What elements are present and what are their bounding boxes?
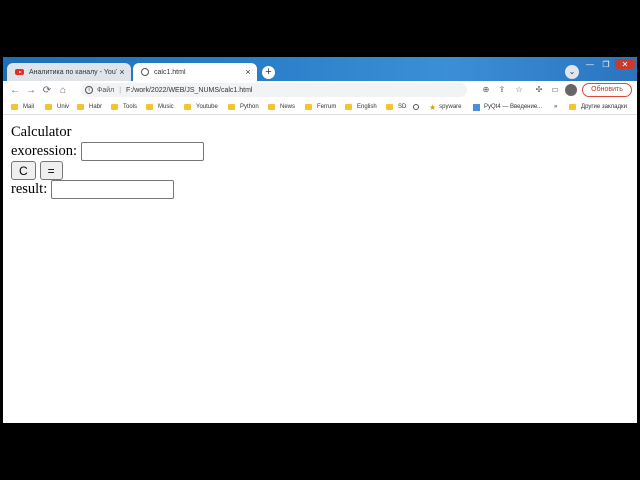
expression-row: exoression: bbox=[11, 142, 205, 161]
bookmark-folder[interactable]: Python bbox=[228, 102, 259, 112]
back-button[interactable]: ← bbox=[7, 85, 23, 96]
folder-icon bbox=[569, 104, 576, 110]
bookmark-pyqt[interactable]: PyQt4 — Введение... bbox=[473, 102, 542, 112]
bookmark-folder[interactable]: Ferrum bbox=[305, 102, 336, 112]
result-input[interactable] bbox=[51, 180, 175, 199]
update-button[interactable]: Обновить bbox=[582, 83, 632, 97]
bookmark-label: Mail bbox=[23, 104, 35, 110]
profile-avatar[interactable] bbox=[565, 84, 577, 96]
bookmark-folder[interactable]: Univ bbox=[45, 102, 69, 112]
bookmark-label: English bbox=[357, 104, 377, 110]
new-tab-button[interactable]: + bbox=[262, 66, 275, 79]
browser-toolbar: ← → ⟳ ⌂ i Файл | F:/work/2022/WEB/JS_NUM… bbox=[3, 81, 637, 99]
bookmark-folder[interactable]: Habr bbox=[77, 102, 102, 112]
tab-youtube-analytics[interactable]: Аналитика по каналу - YouTube × bbox=[7, 63, 131, 81]
bookmark-label: Habr bbox=[89, 104, 103, 110]
bookmark-label: spyware bbox=[439, 104, 462, 110]
globe-icon bbox=[141, 68, 149, 76]
share-icon[interactable]: ⇪ bbox=[495, 83, 509, 97]
bookmark-label: Tools bbox=[123, 104, 138, 110]
bookmark-globe[interactable] bbox=[413, 102, 419, 112]
tab-title: calc1.html bbox=[154, 68, 186, 76]
forward-button[interactable]: → bbox=[23, 85, 39, 96]
bookmark-spyware[interactable]: ★ spyware bbox=[429, 102, 462, 112]
address-url[interactable]: F:/work/2022/WEB/JS_NUMS/calc1.html bbox=[126, 87, 252, 94]
tab-search-button[interactable]: ⌄ bbox=[565, 65, 579, 79]
folder-icon bbox=[305, 104, 312, 110]
page-title: Calculator bbox=[11, 124, 72, 140]
globe-icon bbox=[413, 104, 419, 110]
folder-icon bbox=[146, 104, 153, 110]
bookmark-folder[interactable]: SD bbox=[386, 102, 406, 112]
bookmark-folder[interactable]: Tools bbox=[111, 102, 137, 112]
star-icon: ★ bbox=[429, 102, 437, 112]
expression-input[interactable] bbox=[81, 142, 205, 161]
folder-icon bbox=[184, 104, 191, 110]
result-row: result: bbox=[11, 180, 175, 199]
page-content: Calculator exoression: C = result: bbox=[3, 115, 637, 423]
button-row: C = bbox=[11, 161, 67, 180]
bookmark-label: Youtube bbox=[196, 104, 218, 110]
folder-icon bbox=[45, 104, 52, 110]
bookmark-label: Music bbox=[158, 104, 174, 110]
bookmark-label: Ferrum bbox=[317, 104, 337, 110]
bookmark-label: PyQt4 — Введение... bbox=[484, 104, 543, 110]
other-bookmarks-folder[interactable]: Другие закладки bbox=[569, 102, 627, 112]
side-panel-icon[interactable]: ▭ bbox=[548, 83, 562, 97]
bookmark-label: Другие закладки bbox=[581, 104, 627, 110]
zoom-icon[interactable]: ⊕ bbox=[479, 83, 493, 97]
folder-icon bbox=[345, 104, 352, 110]
reload-button[interactable]: ⟳ bbox=[39, 85, 55, 96]
result-label: result: bbox=[11, 181, 48, 197]
tab-calc1[interactable]: calc1.html × bbox=[133, 63, 257, 81]
bookmark-folder[interactable]: Mail bbox=[11, 102, 34, 112]
equals-button[interactable]: = bbox=[39, 161, 63, 180]
folder-icon bbox=[268, 104, 275, 110]
address-bar[interactable]: i Файл | F:/work/2022/WEB/JS_NUMS/calc1.… bbox=[81, 83, 467, 97]
bookmark-label: Univ bbox=[57, 104, 70, 110]
folder-icon bbox=[386, 104, 393, 110]
minimize-button[interactable]: — bbox=[582, 59, 598, 69]
info-icon[interactable]: i bbox=[85, 86, 93, 94]
tab-title: Аналитика по каналу - YouTube bbox=[29, 68, 117, 76]
bookmark-folder[interactable]: Youtube bbox=[184, 102, 218, 112]
clear-button[interactable]: C bbox=[11, 161, 36, 180]
close-tab-icon[interactable]: × bbox=[117, 67, 127, 77]
pyqt-icon bbox=[473, 103, 480, 111]
extensions-icon[interactable]: ✣ bbox=[532, 83, 546, 97]
bookmarks-more-button[interactable]: » bbox=[554, 102, 557, 112]
address-separator: | bbox=[119, 86, 122, 94]
tab-strip: Аналитика по каналу - YouTube × calc1.ht… bbox=[3, 57, 637, 81]
bookmarks-bar: Mail Univ Habr Tools Music Youtube Pytho… bbox=[3, 99, 637, 115]
expression-label: exoression: bbox=[11, 143, 78, 159]
maximize-button[interactable]: ❐ bbox=[598, 59, 614, 69]
close-tab-icon[interactable]: × bbox=[243, 67, 253, 77]
home-button[interactable]: ⌂ bbox=[55, 85, 71, 96]
bookmark-label: SD bbox=[398, 104, 407, 110]
bookmark-folder[interactable]: English bbox=[345, 102, 377, 112]
bookmark-star-icon[interactable]: ☆ bbox=[512, 83, 526, 97]
close-window-button[interactable]: ✕ bbox=[615, 59, 635, 69]
bookmark-folder[interactable]: Music bbox=[146, 102, 174, 112]
folder-icon bbox=[228, 104, 235, 110]
address-scheme-label: Файл bbox=[97, 86, 115, 94]
bookmark-label: Python bbox=[240, 104, 259, 110]
folder-icon bbox=[77, 104, 84, 110]
bookmark-label: News bbox=[280, 104, 296, 110]
folder-icon bbox=[11, 104, 18, 110]
youtube-icon bbox=[15, 69, 24, 75]
folder-icon bbox=[111, 104, 118, 110]
bookmark-folder[interactable]: News bbox=[268, 102, 295, 112]
browser-window: Аналитика по каналу - YouTube × calc1.ht… bbox=[3, 57, 637, 423]
